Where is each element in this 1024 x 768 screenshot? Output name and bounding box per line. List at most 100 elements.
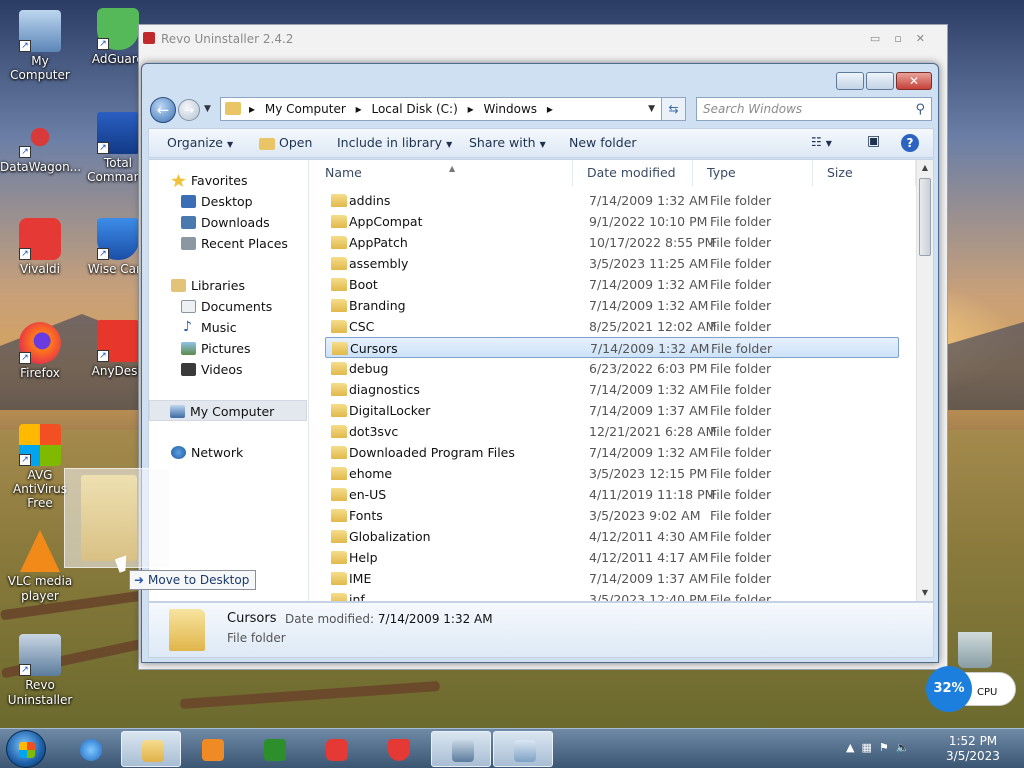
taskbar-vivaldi[interactable]	[306, 731, 366, 767]
close-button[interactable]: ✕	[896, 72, 932, 90]
maximize-button[interactable]	[866, 72, 894, 90]
nav-network[interactable]: Network	[149, 442, 307, 463]
back-button[interactable]: ←	[150, 97, 176, 123]
table-row[interactable]: AppCompat 9/1/2022 10:10 PM File folder	[325, 211, 899, 232]
table-row[interactable]: Fonts 3/5/2023 9:02 AM File folder	[325, 505, 899, 526]
taskbar-adguard[interactable]	[368, 731, 428, 767]
videos-icon	[181, 363, 196, 376]
volume-icon[interactable]: 🔈	[896, 741, 910, 754]
sort-ascending-icon: ▲	[449, 164, 456, 173]
open-button[interactable]: Open	[279, 135, 312, 150]
table-row[interactable]: assembly 3/5/2023 11:25 AM File folder	[325, 253, 899, 274]
breadcrumb-my-computer[interactable]: My Computer	[265, 102, 346, 116]
nav-desktop[interactable]: Desktop	[149, 191, 307, 212]
table-row[interactable]: Branding 7/14/2009 1:32 AM File folder	[325, 295, 899, 316]
desktop-icon-firefox[interactable]: ↗ Firefox	[0, 322, 80, 380]
table-row[interactable]: debug 6/23/2022 6:03 PM File folder	[325, 358, 899, 379]
desktop-icon-vivaldi[interactable]: ↗ Vivaldi	[0, 218, 80, 276]
share-with-button[interactable]: Share with ▼	[469, 135, 546, 150]
column-header-date[interactable]: Date modified	[573, 160, 693, 186]
cpu-widget[interactable]: CPU 32%	[926, 664, 1018, 712]
table-row[interactable]: dot3svc 12/21/2021 6:28 AM File folder	[325, 421, 899, 442]
include-in-library-button[interactable]: Include in library ▼	[337, 135, 452, 150]
nav-documents[interactable]: Documents	[149, 296, 307, 317]
desktop-icon-label: Firefox	[20, 366, 60, 380]
explorer-icon	[142, 740, 164, 762]
row-date: 4/11/2019 11:18 PM	[589, 487, 716, 502]
nav-downloads[interactable]: Downloads	[149, 212, 307, 233]
forward-button[interactable]: →	[178, 99, 200, 121]
system-tray[interactable]: ▲ ▦ ⚑ 🔈	[846, 741, 909, 754]
table-row[interactable]: Downloaded Program Files 7/14/2009 1:32 A…	[325, 442, 899, 463]
column-header-size[interactable]: Size	[813, 160, 916, 186]
table-row[interactable]: ehome 3/5/2023 12:15 PM File folder	[325, 463, 899, 484]
network-tray-icon[interactable]: ▦	[861, 741, 871, 754]
taskbar-media-player[interactable]	[182, 731, 242, 767]
new-folder-button[interactable]: New folder	[569, 135, 637, 150]
table-row[interactable]: Globalization 4/12/2011 4:30 AM File folde…	[325, 526, 899, 547]
row-name: inf	[349, 592, 365, 601]
row-name: Cursors	[350, 341, 398, 356]
nav-favorites[interactable]: Favorites	[149, 170, 307, 191]
desktop-icon-revo[interactable]: ↗ Revo Uninstaller	[0, 634, 80, 708]
explorer-titlebar[interactable]: ✕	[142, 64, 938, 94]
row-date: 3/5/2023 9:02 AM	[589, 508, 701, 523]
desktop-icon	[181, 195, 196, 208]
table-row[interactable]: Boot 7/14/2009 1:32 AM File folder	[325, 274, 899, 295]
table-row[interactable]: CSC 8/25/2021 12:02 AM File folder	[325, 316, 899, 337]
table-row[interactable]: addins 7/14/2009 1:32 AM File folder	[325, 190, 899, 211]
address-bar[interactable]: ▸ My Computer ▸ Local Disk (C:) ▸ Window…	[220, 97, 662, 121]
nav-libraries[interactable]: Libraries	[149, 275, 307, 296]
flag-icon[interactable]: ⚑	[879, 741, 889, 754]
vertical-scrollbar[interactable]: ▲ ▼	[916, 160, 933, 601]
refresh-button[interactable]: ⇆	[662, 97, 686, 121]
tray-expand-icon[interactable]: ▲	[846, 741, 854, 754]
preview-pane-button[interactable]: ▣	[867, 133, 880, 149]
row-date: 3/5/2023 11:25 AM	[589, 256, 709, 271]
nav-videos[interactable]: Videos	[149, 359, 307, 380]
taskbar-explorer[interactable]	[121, 731, 181, 767]
scroll-up-icon[interactable]: ▲	[917, 160, 933, 176]
change-view-button[interactable]: ☷ ▼	[811, 135, 832, 149]
recycle-bin-icon[interactable]	[958, 632, 992, 668]
start-button[interactable]	[6, 730, 46, 768]
nav-my-computer[interactable]: My Computer	[149, 400, 307, 421]
nav-music[interactable]: ♪ Music	[149, 317, 307, 338]
desktop-icon-my-computer[interactable]: ↗ My Computer	[0, 10, 80, 82]
taskbar: ▲ ▦ ⚑ 🔈 1:52 PM 3/5/2023	[0, 728, 1024, 768]
breadcrumb-local-disk[interactable]: Local Disk (C:)	[371, 102, 457, 116]
column-header-type[interactable]: Type	[693, 160, 813, 186]
clock[interactable]: 1:52 PM 3/5/2023	[936, 734, 1010, 764]
scroll-thumb[interactable]	[919, 178, 931, 256]
taskbar-control-panel[interactable]	[493, 731, 553, 767]
folder-icon	[331, 194, 347, 207]
table-row[interactable]: Cursors 7/14/2009 1:32 AM File folder	[325, 337, 899, 358]
search-input[interactable]: Search Windows ⚲	[696, 97, 932, 121]
scroll-down-icon[interactable]: ▼	[917, 585, 933, 601]
table-row[interactable]: DigitalLocker 7/14/2009 1:37 AM File folde…	[325, 400, 899, 421]
desktop-icon-datawagon[interactable]: ↗ DataWagon...	[0, 116, 81, 174]
nav-pictures[interactable]: Pictures	[149, 338, 307, 359]
revo-window-controls[interactable]: ▭▫✕	[870, 25, 939, 53]
table-row[interactable]: inf 3/5/2023 12:40 PM File folder	[325, 589, 899, 601]
table-row[interactable]: IME 7/14/2009 1:37 AM File folder	[325, 568, 899, 589]
organize-button[interactable]: Organize ▼	[167, 135, 233, 150]
help-button[interactable]: ?	[901, 134, 919, 152]
breadcrumb-windows[interactable]: Windows	[483, 102, 537, 116]
table-row[interactable]: en-US 4/11/2019 11:18 PM File folder	[325, 484, 899, 505]
table-row[interactable]: Help 4/12/2011 4:17 AM File folder	[325, 547, 899, 568]
nav-recent-places[interactable]: Recent Places	[149, 233, 307, 254]
taskbar-revo[interactable]	[431, 731, 491, 767]
taskbar-csharp[interactable]	[244, 731, 304, 767]
column-header-name[interactable]: Name ▲	[311, 160, 573, 186]
address-dropdown-icon[interactable]: ▼	[648, 98, 655, 120]
folder-icon	[331, 509, 347, 522]
table-row[interactable]: AppPatch 10/17/2022 8:55 PM File folder	[325, 232, 899, 253]
recent-pages-dropdown-icon[interactable]: ▼	[204, 104, 214, 114]
taskbar-ie[interactable]	[60, 731, 120, 767]
table-row[interactable]: diagnostics 7/14/2009 1:32 AM File folder	[325, 379, 899, 400]
vivaldi-icon	[326, 739, 348, 761]
column-size-label: Size	[827, 165, 853, 180]
minimize-button[interactable]	[836, 72, 864, 90]
chevron-down-icon: ▼	[825, 139, 832, 148]
